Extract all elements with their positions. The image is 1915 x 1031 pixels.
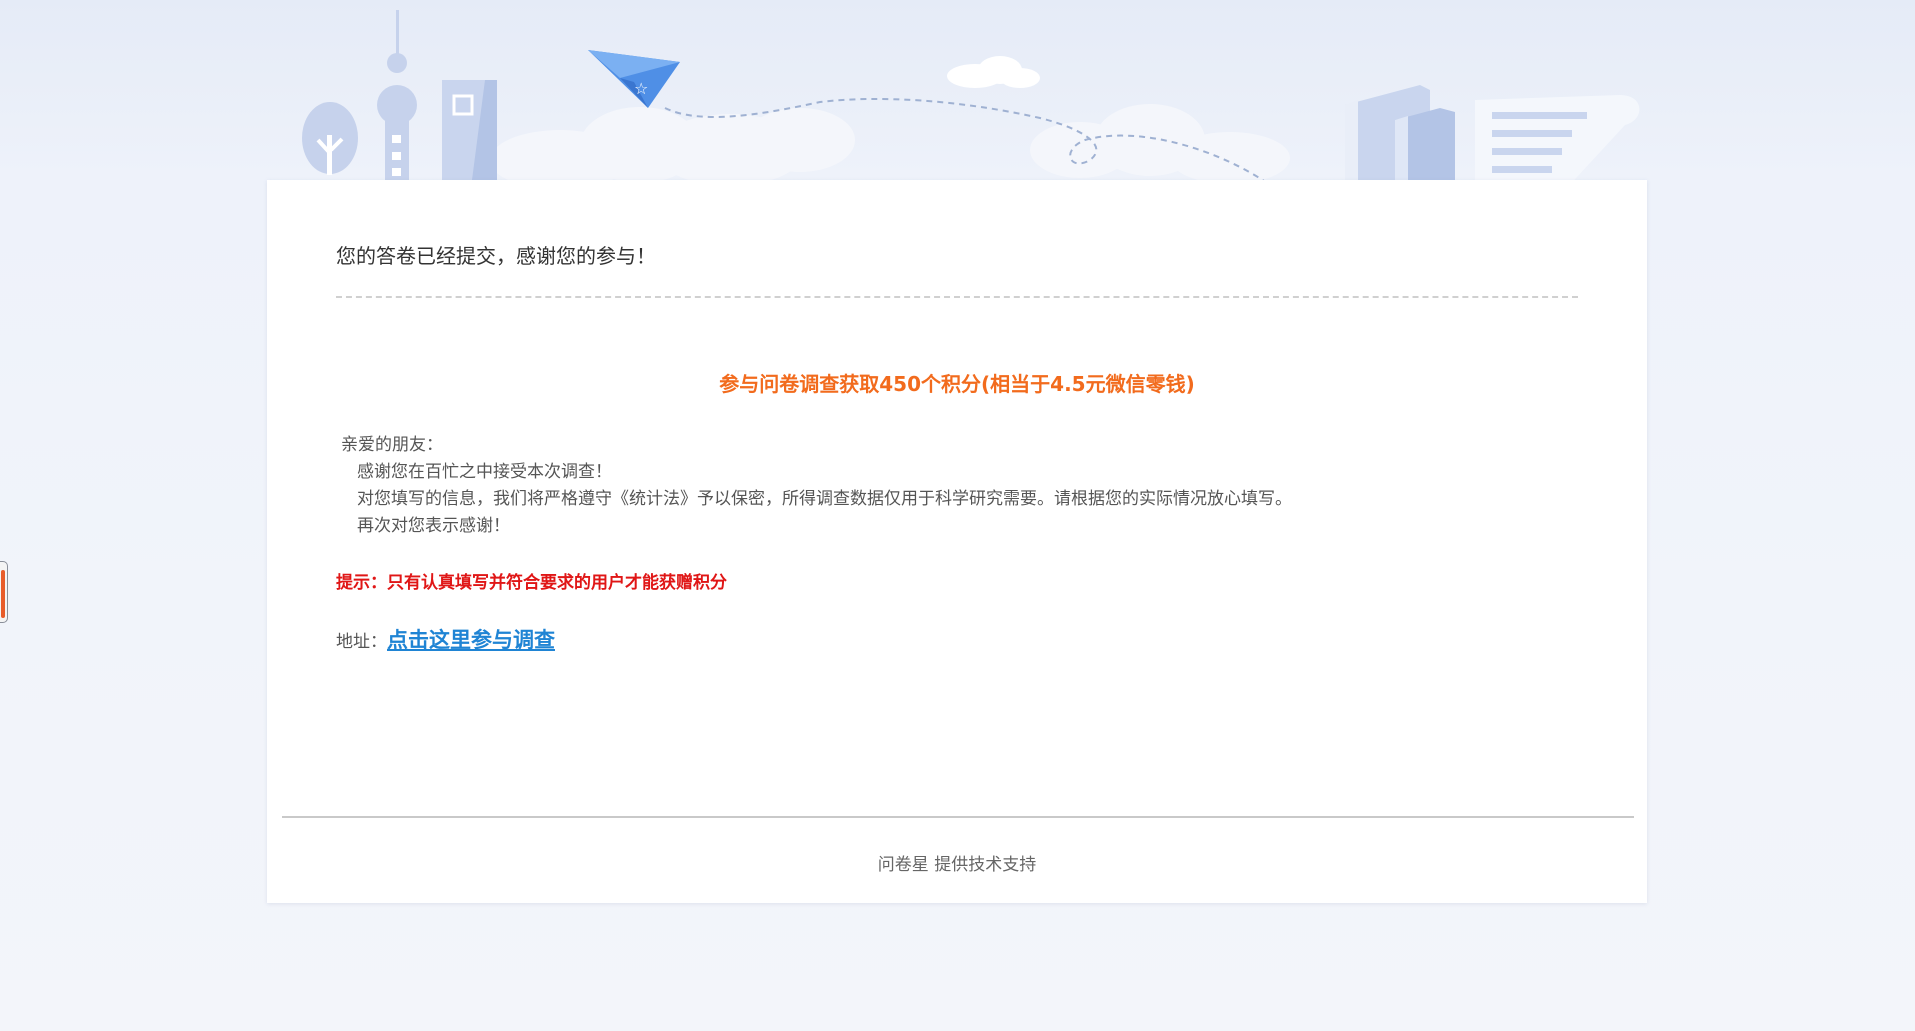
tower-icon xyxy=(377,10,417,180)
letter-line: 感谢您在百忙之中接受本次调查！ xyxy=(357,462,612,482)
side-progress-handle[interactable] xyxy=(0,561,8,623)
header-illustration: ☆ xyxy=(302,10,1640,190)
address-row: 地址：点击这里参与调查 xyxy=(336,624,555,654)
building-icon xyxy=(442,80,497,180)
books-icon xyxy=(1345,85,1455,190)
address-label: 地址： xyxy=(336,632,387,652)
participate-survey-link[interactable]: 点击这里参与调查 xyxy=(387,628,555,652)
survey-letter: 亲爱的朋友： 感谢您在百忙之中接受本次调查！ 对您填写的信息，我们将严格遵守《统… xyxy=(341,432,1292,540)
survey-result-card: 您的答卷已经提交，感谢您的参与！ 参与问卷调查获取450个积分(相当于4.5元微… xyxy=(267,180,1647,903)
reward-heading: 参与问卷调查获取450个积分(相当于4.5元微信零钱) xyxy=(719,372,1195,396)
document-scroll-icon xyxy=(1475,95,1640,190)
letter-greeting: 亲爱的朋友： xyxy=(341,435,443,455)
letter-line: 对您填写的信息，我们将严格遵守《统计法》予以保密，所得调查数据仅用于科学研究需要… xyxy=(357,489,1292,509)
cloud-icon xyxy=(490,104,1290,190)
small-cloud-icon xyxy=(947,56,1040,88)
svg-text:☆: ☆ xyxy=(634,79,648,98)
submitted-message: 您的答卷已经提交，感谢您的参与！ xyxy=(336,244,656,268)
paper-plane-icon: ☆ xyxy=(588,50,680,108)
footer-divider xyxy=(282,816,1634,818)
footer-credit: 问卷星 提供技术支持 xyxy=(877,855,1037,875)
tip-notice: 提示：只有认真填写并符合要求的用户才能获赠积分 xyxy=(336,573,727,593)
dashed-divider xyxy=(336,296,1578,298)
letter-line: 再次对您表示感谢！ xyxy=(357,516,510,536)
tree-icon xyxy=(302,102,358,175)
progress-fill xyxy=(1,570,5,618)
